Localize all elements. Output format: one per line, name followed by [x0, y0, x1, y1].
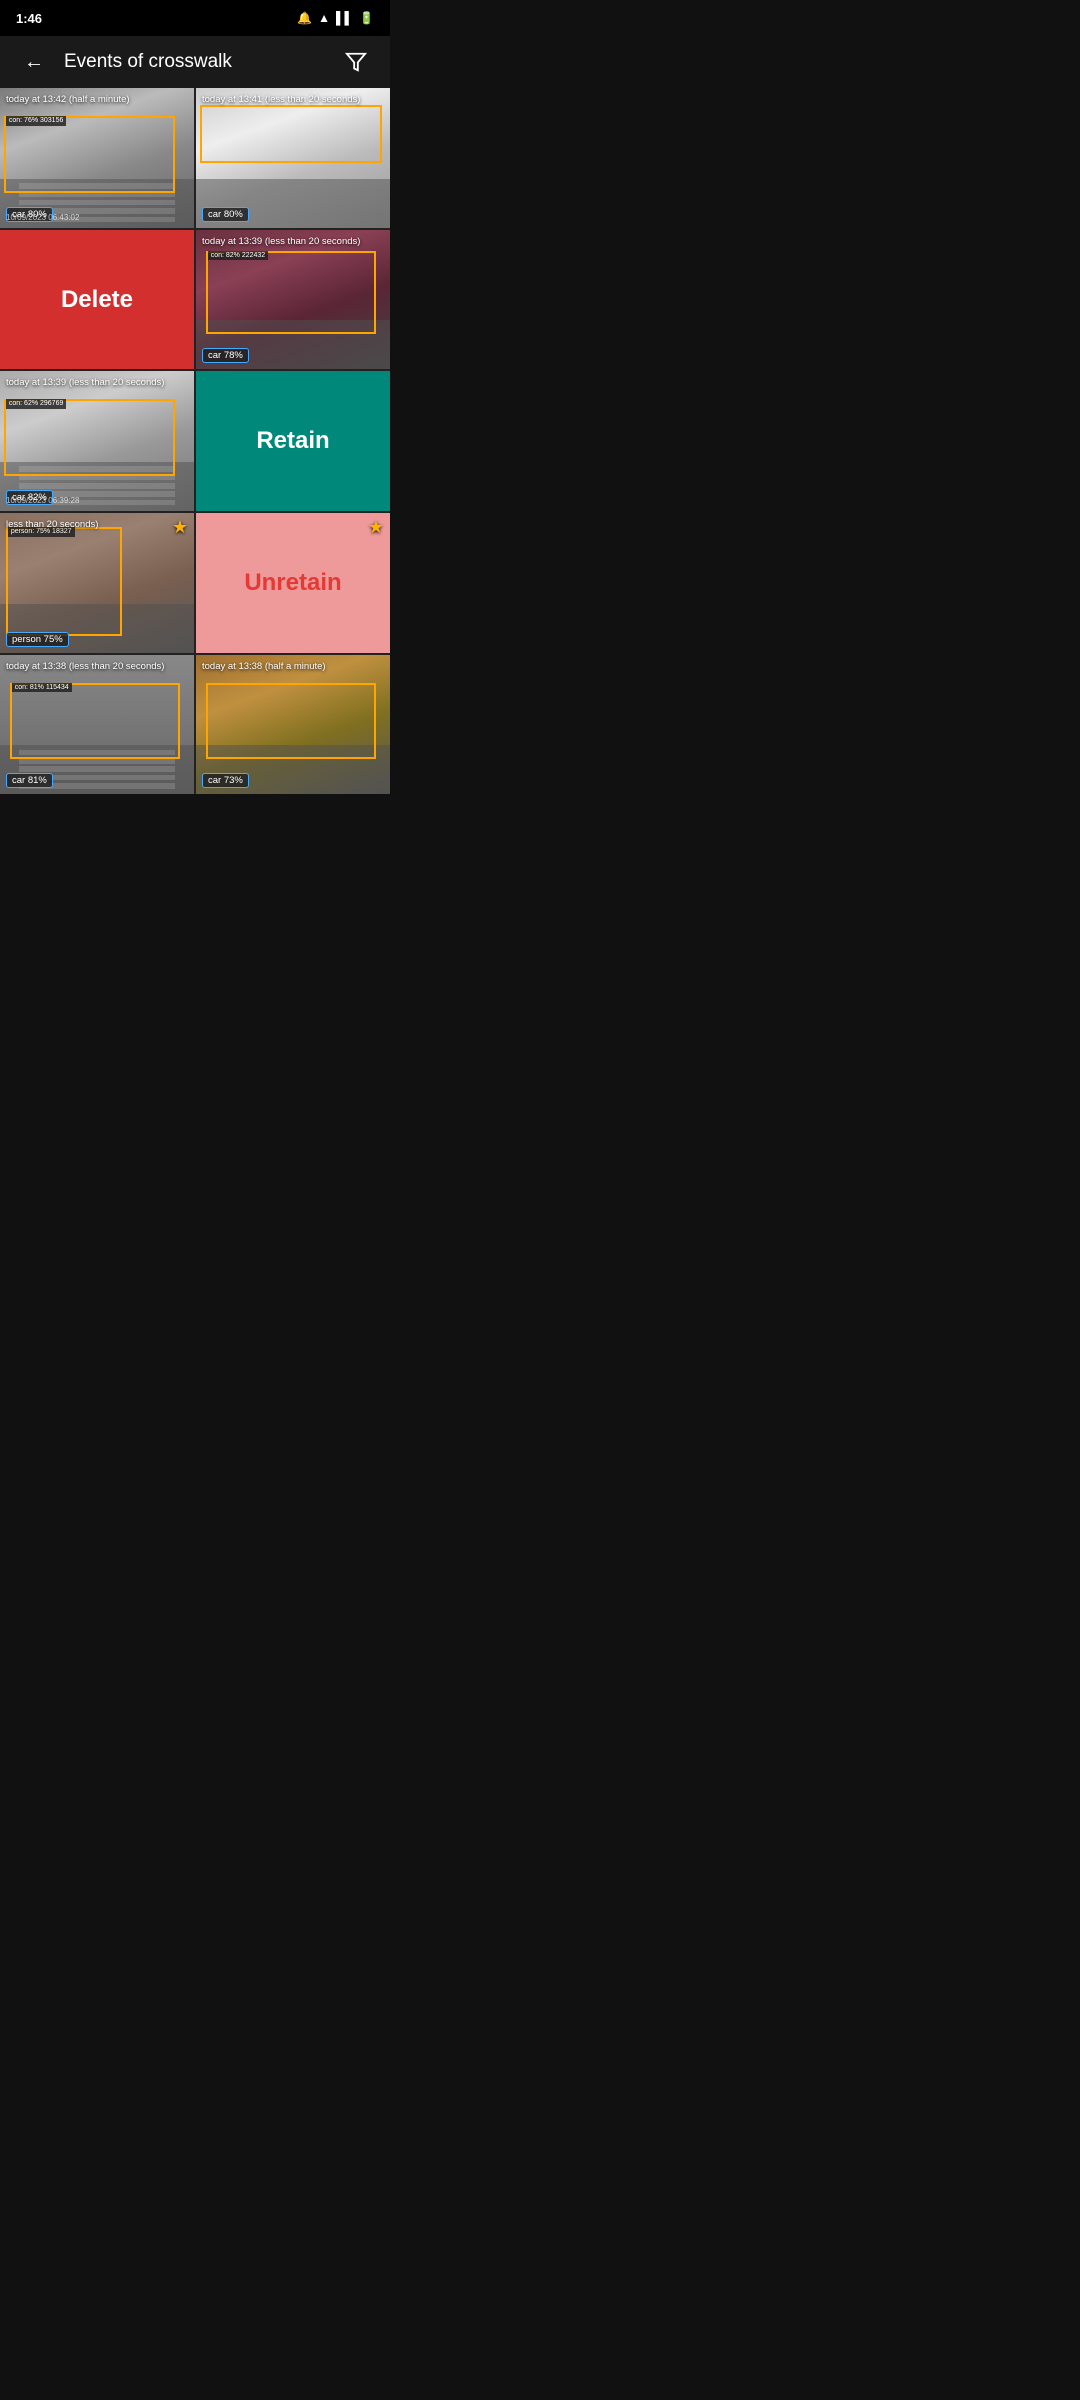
detection-badge: car 78% [202, 348, 249, 363]
event-cell-e3[interactable]: Delete [0, 230, 194, 370]
event-timestamp: today at 13:39 (less than 20 seconds) [202, 236, 360, 247]
event-timestamp: today at 13:41 (less than 20 seconds) [202, 94, 360, 105]
back-button[interactable]: ← [16, 44, 52, 80]
event-timestamp: today at 13:42 (half a minute) [6, 94, 130, 105]
event-cell-e5[interactable]: con: 62% 296769today at 13:39 (less than… [0, 371, 194, 511]
event-cell-e6[interactable]: Retain [196, 371, 390, 511]
star-icon: ★ [368, 517, 384, 538]
event-timestamp: today at 13:38 (half a minute) [202, 661, 326, 672]
detection-badge: car 81% [6, 773, 53, 788]
event-cell-e8[interactable]: Unretain★ [196, 513, 390, 653]
page-title: Events of crosswalk [64, 51, 338, 73]
swipe-delete-overlay: Delete [0, 230, 194, 370]
detection-badge: car 80% [202, 207, 249, 222]
swipe-retain-overlay: Retain [196, 371, 390, 511]
star-icon: ★ [172, 517, 188, 538]
date-label: 10/09/2023 06:43:02 [6, 213, 79, 222]
event-cell-e4[interactable]: con: 82% 222432today at 13:39 (less than… [196, 230, 390, 370]
detection-badge: car 73% [202, 773, 249, 788]
battery-icon: 🔋 [359, 11, 374, 25]
event-cell-e10[interactable]: today at 13:38 (half a minute) car 73% [196, 655, 390, 795]
event-cell-e1[interactable]: con: 76% 303156today at 13:42 (half a mi… [0, 88, 194, 228]
detection-badge: person 75% [6, 632, 69, 647]
event-cell-e7[interactable]: person: 75% 18327less than 20 seconds)pe… [0, 513, 194, 653]
event-cell-e9[interactable]: con: 81% 115434today at 13:38 (less than… [0, 655, 194, 795]
events-grid: con: 76% 303156today at 13:42 (half a mi… [0, 88, 390, 794]
event-timestamp: today at 13:39 (less than 20 seconds) [6, 377, 164, 388]
date-label: 10/09/2023 06:39:28 [6, 496, 79, 505]
top-bar: ← Events of crosswalk [0, 36, 390, 88]
event-cell-e2[interactable]: today at 13:41 (less than 20 seconds) car… [196, 88, 390, 228]
notification-icon: 🔔 [297, 11, 312, 25]
filter-button[interactable] [338, 44, 374, 80]
signal-icon: ▌▌ [336, 11, 353, 25]
status-icons: 🔔 ▲ ▌▌ 🔋 [297, 11, 374, 25]
wifi-icon: ▲ [318, 11, 330, 25]
status-bar: 1:46 🔔 ▲ ▌▌ 🔋 [0, 0, 390, 36]
status-time: 1:46 [16, 11, 42, 26]
event-timestamp: today at 13:38 (less than 20 seconds) [6, 661, 164, 672]
event-timestamp: less than 20 seconds) [6, 519, 98, 530]
swipe-unretain-overlay: Unretain [196, 513, 390, 653]
